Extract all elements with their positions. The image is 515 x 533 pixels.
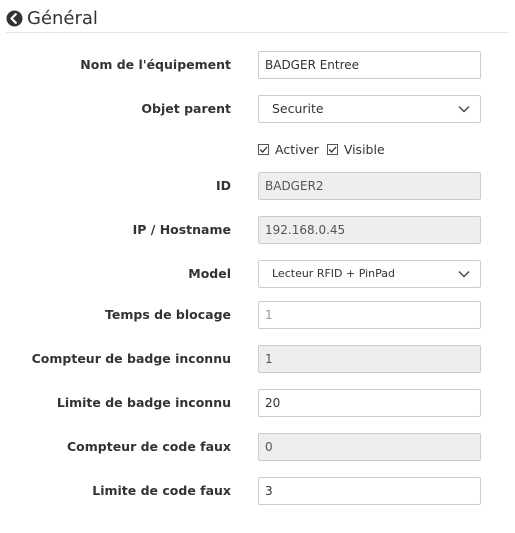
- wrong-code-limit-label: Limite de code faux: [92, 483, 231, 498]
- model-label: Model: [188, 266, 231, 281]
- row-unknown-badge-counter: Compteur de badge inconnu: [0, 345, 515, 373]
- unknown-badge-limit-label: Limite de badge inconnu: [56, 395, 231, 410]
- row-equipment-name: Nom de l'équipement: [0, 51, 515, 79]
- equipment-name-input[interactable]: [258, 51, 481, 79]
- row-unknown-badge-limit: Limite de badge inconnu: [0, 389, 515, 417]
- enable-checkbox[interactable]: [258, 143, 269, 155]
- row-wrong-code-counter: Compteur de code faux: [0, 433, 515, 461]
- model-select[interactable]: Lecteur RFID + PinPad: [258, 260, 481, 288]
- section-header: Général: [6, 4, 509, 33]
- row-block-time: Temps de blocage: [0, 301, 515, 329]
- row-ip-hostname: IP / Hostname: [0, 216, 515, 244]
- ip-hostname-input: [258, 216, 481, 244]
- parent-object-select[interactable]: Securite: [258, 95, 481, 123]
- id-input: [258, 172, 481, 200]
- visible-checkbox[interactable]: [326, 143, 338, 155]
- block-time-input[interactable]: [258, 301, 481, 329]
- block-time-label: Temps de blocage: [105, 307, 231, 322]
- row-wrong-code-limit: Limite de code faux: [0, 477, 515, 505]
- wrong-code-counter-input: [258, 433, 481, 461]
- ip-hostname-label: IP / Hostname: [132, 222, 231, 237]
- chevron-down-icon: [458, 271, 470, 278]
- row-model: Model Lecteur RFID + PinPad: [0, 260, 515, 288]
- parent-object-label: Objet parent: [141, 101, 231, 116]
- enable-checkbox-label: Activer: [275, 141, 319, 157]
- unknown-badge-limit-input[interactable]: [258, 389, 481, 417]
- unknown-badge-counter-input: [258, 345, 481, 373]
- equipment-name-label: Nom de l'équipement: [80, 57, 231, 72]
- arrow-circle-left-icon[interactable]: [6, 10, 23, 27]
- chevron-down-icon: [458, 106, 470, 113]
- visible-checkbox-label: Visible: [343, 141, 385, 157]
- wrong-code-limit-input[interactable]: [258, 477, 481, 505]
- section-title: Général: [27, 7, 98, 29]
- row-parent-object: Objet parent Securite: [0, 95, 515, 123]
- parent-object-value: Securite: [272, 101, 324, 116]
- model-value: Lecteur RFID + PinPad: [272, 267, 395, 280]
- wrong-code-counter-label: Compteur de code faux: [67, 439, 231, 454]
- id-label: ID: [215, 178, 231, 193]
- activation-checkboxes: Activer Visible: [258, 140, 393, 158]
- row-id: ID: [0, 172, 515, 200]
- unknown-badge-counter-label: Compteur de badge inconnu: [31, 351, 231, 366]
